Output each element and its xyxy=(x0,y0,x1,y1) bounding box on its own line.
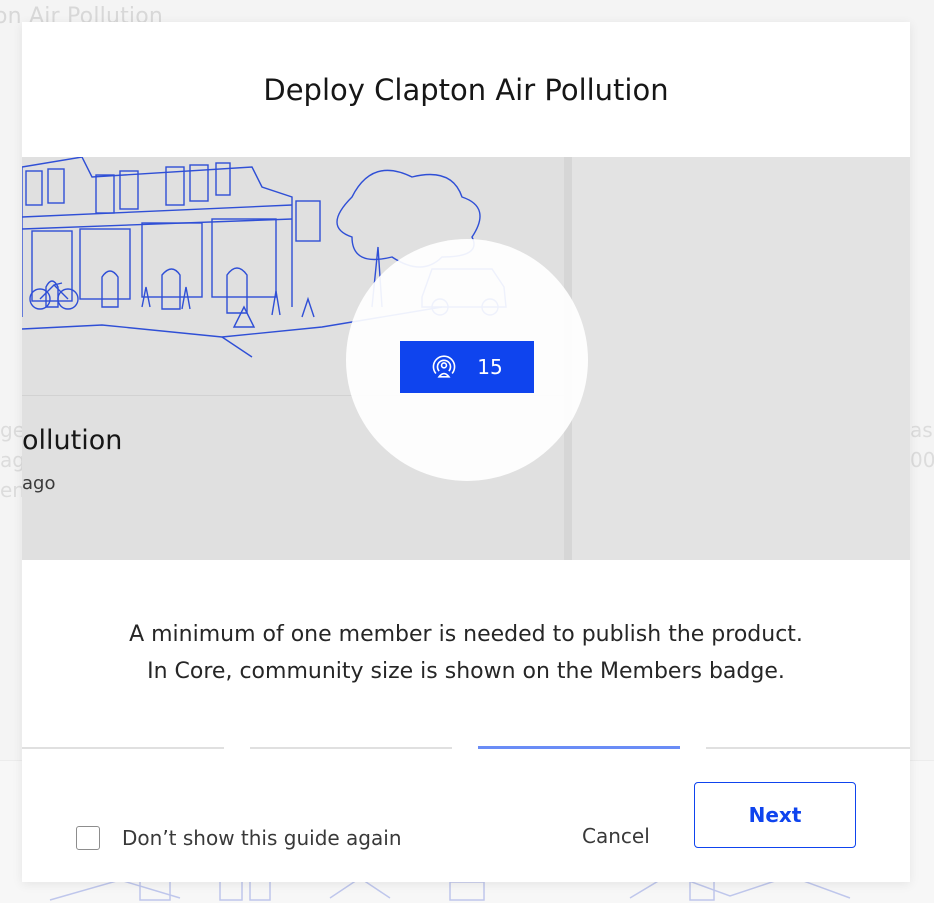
background-text-fragment: ge xyxy=(0,418,25,442)
members-badge: 15 xyxy=(400,341,534,393)
product-card-title: ollution xyxy=(22,425,123,456)
step-indicator-1 xyxy=(22,747,224,749)
background-text-fragment: 00 xyxy=(910,448,934,472)
step-indicator-2 xyxy=(250,747,452,749)
step-indicator-4 xyxy=(706,747,910,749)
background-right-fragments: as 00 xyxy=(910,415,934,475)
broadcast-user-icon xyxy=(432,355,456,378)
product-card-subtitle: ago xyxy=(22,473,56,494)
modal-title: Deploy Clapton Air Pollution xyxy=(263,72,669,107)
cancel-button[interactable]: Cancel xyxy=(582,824,650,848)
description-line: In Core, community size is shown on the … xyxy=(147,659,785,684)
next-button[interactable]: Next xyxy=(694,782,856,848)
modal-header: Deploy Clapton Air Pollution xyxy=(22,22,910,157)
modal-footer: Don’t show this guide again Cancel Next xyxy=(22,750,910,882)
deploy-guide-modal: Deploy Clapton Air Pollution ollution ag… xyxy=(22,22,910,882)
guide-description: A minimum of one member is needed to pub… xyxy=(22,616,910,690)
background-left-fragments: ge ag en xyxy=(0,415,25,505)
dont-show-again-option[interactable]: Don’t show this guide again xyxy=(76,826,402,850)
guide-hero: ollution ago 15 xyxy=(22,157,910,560)
members-count: 15 xyxy=(477,355,503,379)
description-line: A minimum of one member is needed to pub… xyxy=(129,622,803,647)
background-text-fragment: ag xyxy=(0,448,25,472)
background-text-fragment: en xyxy=(0,478,25,502)
step-indicator-3 xyxy=(478,746,680,749)
dont-show-again-checkbox[interactable] xyxy=(76,826,100,850)
background-text-fragment: as xyxy=(910,418,933,442)
adjacent-card-preview xyxy=(572,157,910,560)
dont-show-again-label: Don’t show this guide again xyxy=(122,826,402,850)
